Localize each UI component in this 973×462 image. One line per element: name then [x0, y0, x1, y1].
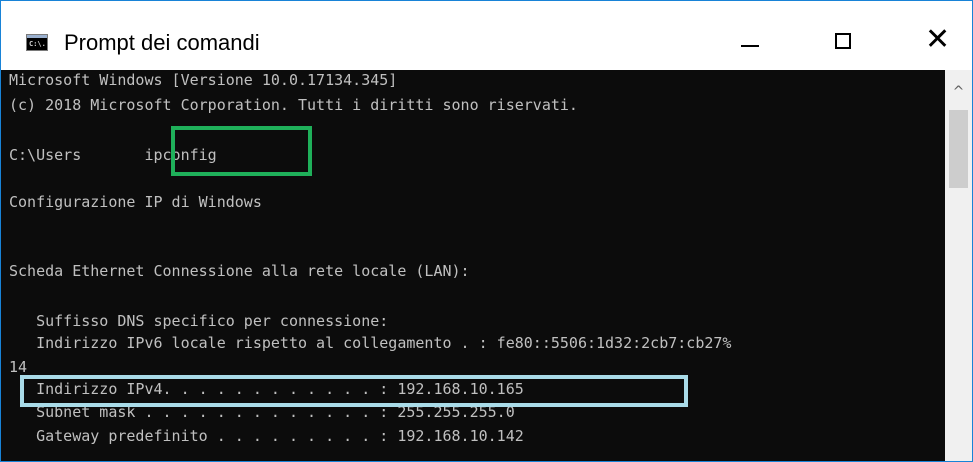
console-line: 14 [9, 358, 28, 376]
minimize-icon [741, 45, 759, 47]
maximize-icon [835, 33, 851, 49]
maximize-button[interactable] [816, 19, 872, 69]
ipv4-highlight-box [20, 375, 688, 407]
console-line: Suffisso DNS specifico per connessione: [9, 312, 389, 330]
command-highlight-box [171, 126, 312, 176]
console-line: Scheda Ethernet Connessione alla rete lo… [9, 262, 470, 280]
app-icon-bar [27, 35, 47, 38]
console-output[interactable]: Microsoft Windows [Versione 10.0.17134.3… [1, 70, 945, 461]
scroll-thumb[interactable] [949, 110, 968, 188]
title-bar[interactable]: C:\. Prompt dei comandi ✕ [1, 1, 972, 70]
console-line: Gateway predefinito . . . . . . . . . : … [9, 427, 524, 445]
scroll-up-arrow-icon[interactable]: ^ [945, 70, 972, 110]
console-line: Configurazione IP di Windows [9, 193, 262, 211]
command-prompt-window: C:\. Prompt dei comandi ✕ Microsoft Wind… [0, 0, 973, 462]
console-line: Microsoft Windows [Versione 10.0.17134.3… [9, 71, 398, 89]
cmd-app-icon[interactable]: C:\. [26, 34, 48, 51]
close-button[interactable]: ✕ [911, 19, 967, 69]
vertical-scrollbar[interactable]: ^ [945, 70, 972, 461]
console-line: Indirizzo IPv6 locale rispetto al colleg… [9, 334, 732, 352]
app-icon-label: C:\. [29, 40, 46, 48]
minimize-button[interactable] [721, 19, 777, 69]
window-title: Prompt dei comandi [64, 30, 260, 55]
console-line: (c) 2018 Microsoft Corporation. Tutti i … [9, 96, 578, 114]
close-icon: ✕ [925, 22, 951, 57]
